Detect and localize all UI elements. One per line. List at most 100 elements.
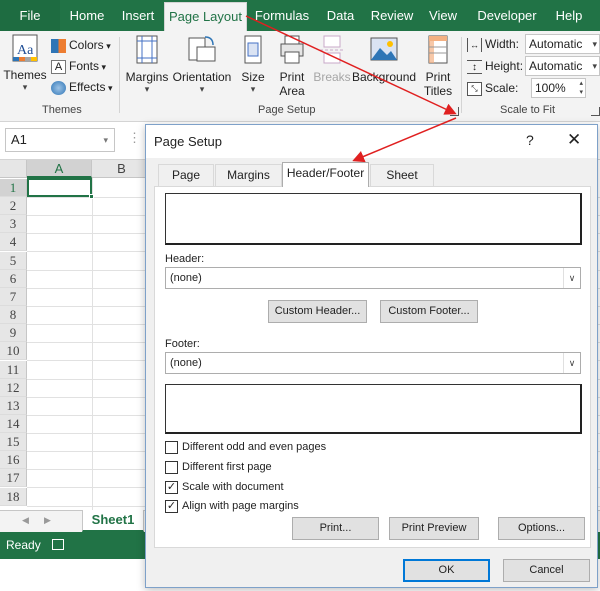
margins-button[interactable]: Margins ▾: [124, 33, 170, 94]
chevron-down-icon: ∨: [563, 353, 580, 373]
header-footer-panel: Header: (none) ∨ Custom Header... Custom…: [154, 186, 591, 548]
row-header[interactable]: 17: [0, 469, 27, 487]
print-button[interactable]: Print...: [292, 517, 379, 540]
fonts-button[interactable]: A Fonts ▾: [51, 56, 106, 76]
custom-header-button[interactable]: Custom Header...: [268, 300, 367, 323]
page-setup-group-label: Page Setup: [258, 104, 316, 116]
checkbox-scale-with-document[interactable]: ✓ Scale with document: [165, 481, 284, 495]
options-button[interactable]: Options...: [498, 517, 585, 540]
effects-button[interactable]: Effects ▾: [51, 77, 113, 97]
checkbox-align-with-margins[interactable]: ✓ Align with page margins: [165, 500, 299, 514]
column-header-a[interactable]: A: [27, 160, 92, 178]
orientation-button[interactable]: Orientation ▾: [171, 33, 233, 94]
scale-icon: ⤡: [467, 81, 482, 96]
checkmark-icon[interactable]: ✓: [165, 500, 178, 513]
row-header[interactable]: 4: [0, 233, 27, 251]
row-header[interactable]: 2: [0, 197, 27, 215]
column-header-b[interactable]: B: [92, 160, 152, 178]
checkbox-different-first-page[interactable]: Different first page: [165, 461, 272, 475]
row-header[interactable]: 11: [0, 361, 27, 379]
custom-footer-button[interactable]: Custom Footer...: [380, 300, 478, 323]
height-dropdown[interactable]: Automatic ▾: [525, 56, 600, 76]
row-header[interactable]: 5: [0, 252, 27, 270]
checkbox-box[interactable]: [165, 441, 178, 454]
scale-spinner[interactable]: 100% ▴ ▾: [531, 78, 586, 98]
cancel-button[interactable]: Cancel: [503, 559, 590, 582]
scroll-left-icon[interactable]: ◀: [22, 515, 29, 526]
header-select[interactable]: (none) ∨: [165, 267, 581, 289]
row-header[interactable]: 10: [0, 342, 27, 360]
chevron-down-icon: ▾: [199, 84, 205, 94]
row-header[interactable]: 1: [0, 179, 27, 197]
dialog-title: Page Setup: [154, 134, 222, 149]
checkbox-different-odd-even[interactable]: Different odd and even pages: [165, 441, 326, 455]
tab-home[interactable]: Home: [62, 0, 112, 31]
breaks-label: Breaks: [313, 70, 351, 84]
tab-margins[interactable]: Margins: [215, 164, 282, 186]
checkmark-icon[interactable]: ✓: [165, 481, 178, 494]
colors-button[interactable]: Colors ▾: [51, 35, 111, 55]
row-header[interactable]: 7: [0, 288, 27, 306]
scroll-right-icon[interactable]: ▶: [44, 515, 51, 526]
row-header[interactable]: 8: [0, 306, 27, 324]
tab-review[interactable]: Review: [366, 0, 418, 31]
width-label-row: ↔ Width:: [467, 34, 519, 54]
chevron-down-icon: ▾: [103, 135, 108, 145]
name-box[interactable]: A1 ▾: [5, 128, 115, 152]
tab-sheet[interactable]: Sheet: [370, 164, 434, 186]
tab-data[interactable]: Data: [318, 0, 363, 31]
fill-handle[interactable]: [89, 194, 94, 199]
background-button[interactable]: Background: [352, 33, 416, 84]
dialog-title-bar[interactable]: Page Setup ? ✕: [146, 125, 597, 158]
row-header[interactable]: 18: [0, 488, 27, 506]
orientation-icon: [188, 36, 216, 62]
tab-file[interactable]: File: [0, 0, 60, 31]
row-header[interactable]: 13: [0, 397, 27, 415]
print-area-label: Print: [279, 70, 305, 84]
scale-to-fit-dialog-launcher[interactable]: [591, 107, 600, 116]
close-icon[interactable]: ✕: [567, 130, 581, 150]
select-all-corner[interactable]: [0, 160, 27, 178]
row-header[interactable]: 12: [0, 379, 27, 397]
fonts-label: Fonts: [69, 59, 100, 73]
print-area-button[interactable]: Print Area: [272, 33, 312, 98]
tab-insert[interactable]: Insert: [114, 0, 162, 31]
row-header[interactable]: 6: [0, 270, 27, 288]
page-break-icon: [320, 35, 344, 64]
themes-button[interactable]: Aa Themes ▾: [2, 33, 48, 92]
row-header[interactable]: 16: [0, 451, 27, 469]
tab-formulas[interactable]: Formulas: [250, 0, 314, 31]
footer-select[interactable]: (none) ∨: [165, 352, 581, 374]
tab-page-layout[interactable]: Page Layout: [164, 2, 247, 31]
group-divider: [119, 37, 120, 113]
tab-help[interactable]: Help: [548, 0, 590, 31]
row-header[interactable]: 9: [0, 324, 27, 342]
help-icon[interactable]: ?: [526, 132, 534, 148]
tab-page[interactable]: Page: [158, 164, 214, 186]
spinner-arrows-icon: ▴ ▾: [579, 80, 583, 96]
row-header[interactable]: 3: [0, 215, 27, 233]
colors-label: Colors: [69, 38, 104, 52]
tab-view[interactable]: View: [422, 0, 464, 31]
checkbox-box[interactable]: [165, 461, 178, 474]
tab-header-footer[interactable]: Header/Footer: [282, 162, 369, 187]
gridline: [92, 178, 93, 515]
sheet-tab-sheet1[interactable]: Sheet1: [82, 510, 144, 532]
row-header[interactable]: 15: [0, 433, 27, 451]
selected-cell-a1[interactable]: [27, 178, 94, 199]
page-setup-dialog-launcher[interactable]: [450, 107, 459, 116]
width-dropdown[interactable]: Automatic ▾: [525, 34, 600, 54]
size-button[interactable]: Size ▾: [238, 33, 268, 94]
margins-icon: [136, 35, 158, 64]
footer-preview: [165, 384, 582, 434]
fonts-icon: A: [51, 59, 66, 74]
excel-window: { "ribbon_tabs": [ {"label": "File"}, {"…: [0, 0, 600, 591]
ok-button[interactable]: OK: [403, 559, 490, 582]
row-header[interactable]: 14: [0, 415, 27, 433]
print-titles-button[interactable]: Print Titles: [419, 33, 457, 98]
height-label-row: ↕ Height:: [467, 56, 523, 76]
name-box-divider: ⋮: [128, 130, 141, 145]
macro-record-icon[interactable]: [52, 539, 64, 550]
tab-developer[interactable]: Developer: [470, 0, 544, 31]
print-preview-button[interactable]: Print Preview: [389, 517, 479, 540]
